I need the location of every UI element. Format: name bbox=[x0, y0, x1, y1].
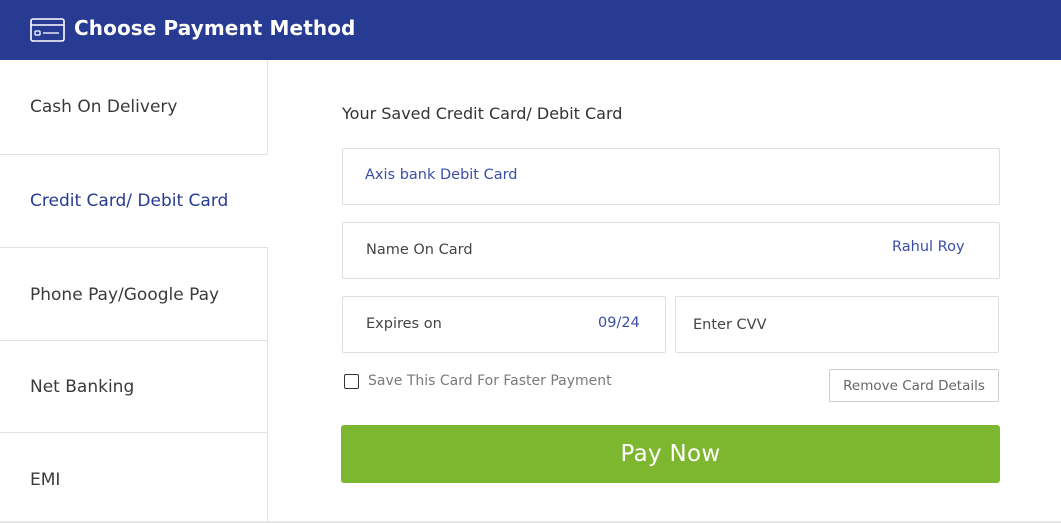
sidebar-item-label: EMI bbox=[30, 470, 61, 490]
name-on-card-value: Rahul Roy bbox=[892, 239, 965, 255]
save-card-checkbox[interactable] bbox=[344, 373, 359, 389]
sidebar-item-phone-pay-google-pay[interactable]: Phone Pay/Google Pay bbox=[0, 248, 268, 341]
sidebar-item-label: Phone Pay/Google Pay bbox=[30, 285, 220, 305]
header-bar: Choose Payment Method bbox=[0, 0, 1061, 60]
name-on-card-field[interactable]: Name On Card Rahul Roy bbox=[342, 222, 1000, 279]
expiry-label: Expires on bbox=[366, 316, 442, 332]
sidebar-item-emi[interactable]: EMI bbox=[0, 433, 268, 521]
name-on-card-label: Name On Card bbox=[366, 242, 473, 258]
save-card-row: Save This Card For Faster Payment bbox=[344, 373, 612, 389]
credit-card-icon bbox=[30, 18, 65, 42]
sidebar-item-net-banking[interactable]: Net Banking bbox=[0, 341, 268, 433]
sidebar-item-label: Cash On Delivery bbox=[30, 97, 178, 117]
pay-now-button[interactable]: Pay Now bbox=[341, 425, 1000, 483]
sidebar-item-cash-on-delivery[interactable]: Cash On Delivery bbox=[0, 60, 268, 155]
payment-method-sidebar: Cash On Delivery Credit Card/ Debit Card… bbox=[0, 60, 269, 523]
expiry-value: 09/24 bbox=[598, 315, 640, 331]
save-card-label[interactable]: Save This Card For Faster Payment bbox=[368, 373, 612, 389]
saved-card-name: Axis bank Debit Card bbox=[365, 167, 518, 183]
saved-card-option[interactable]: Axis bank Debit Card bbox=[342, 148, 1000, 205]
cvv-field-wrapper bbox=[675, 296, 999, 353]
expiry-field[interactable]: Expires on 09/24 bbox=[342, 296, 666, 353]
sidebar-item-label: Net Banking bbox=[30, 376, 135, 397]
cvv-input[interactable] bbox=[676, 297, 998, 352]
page-title: Choose Payment Method bbox=[74, 16, 356, 40]
remove-card-button[interactable]: Remove Card Details bbox=[829, 369, 999, 402]
sidebar-item-credit-debit-card[interactable]: Credit Card/ Debit Card bbox=[0, 155, 269, 248]
sidebar-item-label: Credit Card/ Debit Card bbox=[30, 191, 229, 211]
saved-cards-heading: Your Saved Credit Card/ Debit Card bbox=[342, 104, 623, 123]
